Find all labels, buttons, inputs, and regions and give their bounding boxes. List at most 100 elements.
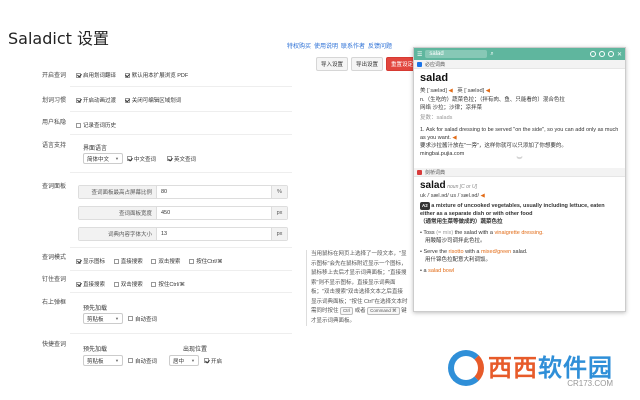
divider: [70, 270, 292, 271]
row-label-habit: 划词习惯: [41, 98, 66, 104]
divider: [70, 134, 292, 135]
speaker-icon[interactable]: ◀: [486, 88, 490, 94]
checkbox-label: 按住Ctrl/⌘: [158, 282, 185, 288]
checkbox-show-icon[interactable]: 显示图标: [76, 257, 105, 265]
panel-width-field[interactable]: 查词面板宽度 450 px: [78, 206, 288, 220]
checkbox-label: 直接搜索: [120, 259, 143, 265]
example-keyword: mixed/green: [480, 249, 512, 255]
speaker-icon[interactable]: ◀: [448, 88, 452, 94]
example-1: 1. Ask for salad dressing to be served "…: [420, 126, 619, 142]
panel-height-field[interactable]: 查词面板最高占屏幕比例 80 %: [78, 185, 288, 199]
dict-panel: ☰ salad ⌕ ✕ 必应词典 salad 美 [ˈsæləd] ◀ 英 [ˈ…: [413, 47, 626, 312]
speaker-icon[interactable]: ◀: [481, 193, 485, 199]
watermark-text-a: 西西: [488, 354, 538, 382]
checkbox-history[interactable]: 记录查词历史: [76, 121, 116, 129]
link-premium[interactable]: 特权购买: [287, 41, 311, 50]
watermark-text-b: 软件园: [538, 354, 613, 382]
link-guide[interactable]: 使用说明: [314, 41, 338, 50]
field-label: 查词面板宽度: [79, 207, 157, 219]
checkbox-quick-auto[interactable]: 自动查词: [128, 357, 157, 365]
checkbox-pin-ctrl[interactable]: 按住Ctrl/⌘: [151, 280, 185, 288]
checkbox-ctrl[interactable]: 按住Ctrl/⌘: [189, 257, 223, 265]
quick-preload-title: 预先加载: [83, 347, 108, 353]
history-icon[interactable]: [598, 51, 605, 57]
definition: A2 a mixture of uncooked vegetables, usu…: [420, 202, 619, 218]
top-links: 特权购买 使用说明 联系作者 反馈问题: [287, 41, 392, 50]
quick-position-select[interactable]: 居中 ▼: [169, 355, 200, 366]
speaker-icon[interactable]: ◀: [452, 135, 456, 141]
help-text: 当用鼠标在网页上选择了一段文本，"显示图标"会先在鼠标附近显示一个图标，鼠标移上…: [306, 250, 408, 326]
link-feedback[interactable]: 反馈问题: [368, 41, 392, 50]
example-cn: 要求沙拉酱汁放在"一旁"，这样你就可以只添加了你想要的。: [420, 143, 567, 149]
link-contact[interactable]: 联系作者: [341, 41, 365, 50]
quick-preload-select[interactable]: 剪贴板 ▼: [83, 355, 123, 366]
quick-position-title: 出现位置: [183, 347, 208, 353]
checkbox-pin-direct[interactable]: 直接搜索: [76, 280, 105, 288]
checkbox-enable-select[interactable]: 启用划词翻译: [76, 71, 116, 79]
definition-noun: n.（生吃的）蔬菜色拉；（拌有肉、鱼、只能看的）混合色拉: [420, 97, 565, 103]
checkbox-enable-pdf[interactable]: 默认用本扩展浏览 PDF: [124, 71, 189, 79]
checkbox-label: 默认用本扩展浏览 PDF: [131, 73, 189, 79]
example-text: salad.: [512, 249, 528, 255]
select-value: 简体中文: [87, 156, 110, 163]
example-cn: 用什锦色拉配意大利调饭。: [425, 257, 492, 263]
example-1: • Toss (= mix) the salad with a vinaigre…: [420, 230, 544, 236]
chevron-down-icon: ▼: [191, 358, 196, 363]
checkbox-label: 英文查词: [174, 156, 197, 163]
example-cn: 用酸醋沙司调拌此色拉。: [425, 238, 486, 244]
checkbox-english[interactable]: 英文查词: [167, 155, 196, 163]
checkbox-tripclick-auto[interactable]: 自动查词: [128, 315, 157, 323]
font-size-field[interactable]: 词典内容字体大小 13 px: [78, 227, 288, 241]
example-keyword: vinaigrette dressing.: [494, 230, 544, 236]
close-icon[interactable]: ✕: [617, 51, 622, 58]
import-button[interactable]: 导入设置: [316, 57, 349, 71]
row-label-privacy: 用户私隐: [41, 120, 66, 126]
row-label-tripclick: 右上弹框: [41, 300, 66, 306]
checkbox-pin-dblclick[interactable]: 双击搜索: [113, 280, 143, 288]
checkbox-quick-enable[interactable]: 开启: [204, 357, 222, 365]
row-language: 简体中文 ▼ 中文查词 英文查词: [83, 153, 203, 164]
preload-select[interactable]: 剪贴板 ▼: [83, 313, 123, 324]
row-privacy: 记录查词历史: [76, 121, 123, 130]
checkbox-box: [76, 72, 81, 78]
checkbox-label: 启用划词翻译: [83, 73, 117, 79]
part-of-speech: noun [C or U]: [447, 184, 477, 190]
panel-search-input[interactable]: salad: [425, 50, 488, 58]
checkbox-editable[interactable]: 关闭可编辑区域划词: [124, 96, 181, 104]
field-value[interactable]: 80: [157, 186, 271, 198]
menu-icon[interactable]: ☰: [417, 51, 422, 58]
phonetic-us: 美 [ˈsæləd]: [420, 88, 447, 94]
watermark: 西西软件园 CR173.COM: [448, 348, 613, 388]
checkbox-dblclick[interactable]: 双击搜索: [151, 257, 180, 265]
chevron-down-icon: ▼: [115, 156, 119, 161]
headword-line: salad noun [C or U]: [420, 180, 619, 191]
checkbox-box: [76, 258, 81, 264]
export-button[interactable]: 导出设置: [351, 57, 384, 71]
checkbox-label: 按住Ctrl/⌘: [196, 259, 223, 265]
checkbox-animation[interactable]: 开启动画过渡: [76, 96, 116, 104]
checkbox-chinese[interactable]: 中文查词: [127, 155, 156, 163]
checkbox-box: [127, 156, 132, 161]
checkbox-box: [128, 358, 133, 363]
top-buttons: 导入设置 导出设置 重置设定: [316, 57, 419, 71]
language-select[interactable]: 简体中文 ▼: [83, 153, 123, 164]
checkbox-label: 开启动画过渡: [83, 98, 117, 104]
dict-section-bing[interactable]: 必应词典: [414, 60, 625, 69]
cambridge-logo-icon: [417, 169, 422, 175]
example-en: Ask for salad dressing to be served "on …: [420, 127, 619, 141]
search-icon[interactable]: ⌕: [490, 51, 493, 58]
dict-body-cambridge: salad noun [C or U] uk /ˈsæl.əd/ us /ˈsæ…: [414, 177, 625, 278]
pin-icon[interactable]: [607, 51, 614, 57]
expand-chevron-icon[interactable]: ︾: [420, 158, 619, 165]
field-value[interactable]: 450: [157, 207, 271, 219]
checkbox-label: 记录查词历史: [83, 123, 117, 129]
page-title: Saladict 设置: [8, 29, 109, 48]
help-mid: 或者: [354, 308, 366, 314]
checkbox-box: [76, 281, 81, 287]
checkbox-direct[interactable]: 直接搜索: [113, 257, 143, 265]
field-value[interactable]: 13: [157, 228, 271, 240]
checkbox-box: [204, 358, 210, 363]
dict-section-cambridge[interactable]: 剑桥词典: [414, 168, 625, 177]
example-text: the salad with a: [454, 230, 493, 236]
settings-icon[interactable]: [589, 51, 596, 57]
